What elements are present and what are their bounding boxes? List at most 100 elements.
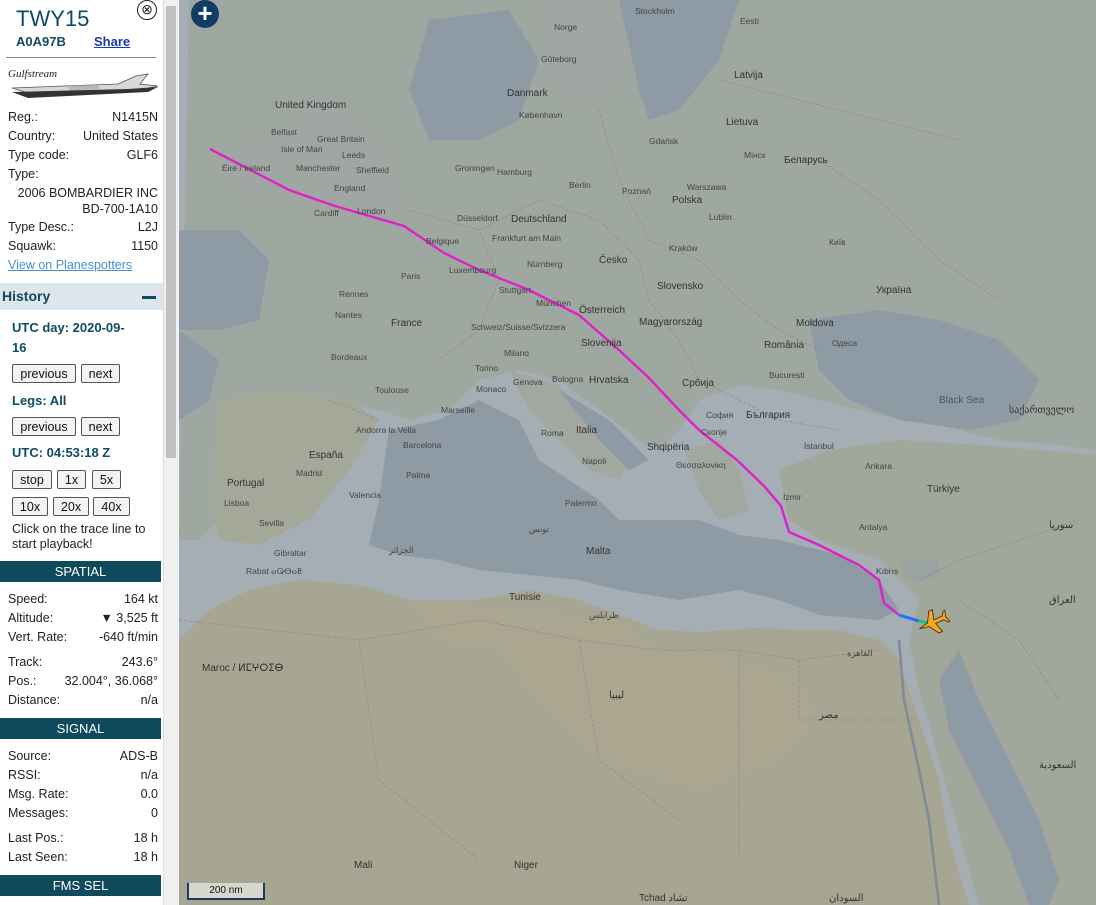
squawk-row: Squawk: 1150 [8, 239, 158, 253]
map-view[interactable]: Stockholm Eesti Latvija Lietuva United K… [179, 0, 1096, 905]
map-label: Valencia [349, 490, 381, 500]
distance-row: Distance: n/a [8, 693, 158, 707]
collapse-icon[interactable] [142, 296, 156, 299]
map-label: Eesti [740, 16, 759, 26]
utc-time-label: UTC: 04:53:18 Z [12, 445, 111, 460]
sidebar-scrollbar[interactable] [163, 0, 179, 905]
track-value: 243.6° [121, 655, 158, 669]
map-label: Tchad تشاد [639, 893, 688, 904]
messages-value: 0 [151, 806, 158, 820]
map-label: Kıbrıs [876, 566, 899, 576]
map-label: Palermo [565, 498, 597, 508]
leg-next-button[interactable]: next [81, 417, 120, 436]
position-value: 32.004°, 36.068° [64, 674, 158, 688]
map-label: София [706, 410, 734, 420]
map-label: Belgique [426, 236, 460, 246]
map-label: السعودية [1039, 760, 1077, 771]
zoom-in-button[interactable]: + [191, 0, 219, 28]
map-label: Tunisie [509, 592, 541, 603]
day-next-button[interactable]: next [81, 364, 120, 383]
planespotters-link[interactable]: View on Planespotters [8, 258, 132, 272]
msg-rate-row: Msg. Rate: 0.0 [8, 787, 158, 801]
map-label: Slovensko [657, 281, 704, 292]
playback-hint: Click on the trace line to start playbac… [12, 522, 146, 551]
map-label: Србија [682, 378, 714, 389]
map-label: Italia [576, 425, 598, 436]
map-label: Black Sea [939, 395, 985, 406]
history-header[interactable]: History [0, 283, 163, 310]
map-label: București [769, 370, 805, 380]
map-label: Poznań [622, 186, 651, 196]
map-label: Bologna [552, 374, 584, 384]
speed-5x-button[interactable]: 5x [92, 470, 121, 489]
aircraft-info-panel: TWY15 ⊗ A0A97B Share Gulfstream Reg.: N1… [0, 0, 163, 905]
reg-row: Reg.: N1415N [8, 110, 158, 124]
map-label: ليبيا [609, 690, 625, 701]
map-label: Schweiz/Suisse/Svizzera [471, 322, 566, 332]
type-desc-value: L2J [137, 220, 158, 234]
vert-rate-row: Vert. Rate: -640 ft/min [8, 630, 158, 644]
map-label: Lisboa [224, 498, 250, 508]
scrollbar-thumb[interactable] [166, 6, 176, 458]
map-label: طرابلس [589, 610, 619, 620]
map-label: Gdańsk [649, 136, 679, 146]
map-label: Hrvatska [589, 375, 629, 386]
map-label: Malta [586, 546, 611, 557]
map-label: Isle of Man [281, 144, 323, 154]
map-label: مصر [819, 710, 839, 721]
leg-previous-button[interactable]: previous [12, 417, 76, 436]
map-label: Deutschland [511, 214, 567, 225]
map-label: Rennes [339, 289, 369, 299]
map-label: تونس [529, 524, 549, 534]
map-label: Genova [513, 377, 543, 387]
speed-10x-button[interactable]: 10x [12, 497, 48, 516]
last-pos-row: Last Pos.: 18 h [8, 831, 158, 845]
map-label: Мінск [744, 150, 766, 160]
speed-20x-button[interactable]: 20x [53, 497, 89, 516]
map-label: Torino [475, 363, 499, 373]
airline-logo: Gulfstream [8, 66, 159, 102]
rssi-row: RSSI: n/a [8, 768, 158, 782]
share-link[interactable]: Share [94, 34, 130, 49]
map-label: Éire / Ireland [222, 163, 271, 173]
map-label: България [746, 410, 791, 421]
close-icon[interactable]: ⊗ [137, 0, 157, 20]
map-label: København [519, 110, 563, 120]
map-label: Stuttgart [499, 285, 532, 295]
map-label: القاهرة [847, 648, 873, 658]
map-label: España [309, 450, 343, 461]
country-row: Country: United States [8, 129, 158, 143]
map-label: Θεσσαλονίκη [676, 460, 726, 470]
track-row: Track: 243.6° [8, 655, 158, 669]
map-label: Palma [406, 470, 431, 480]
map-label: Cardiff [314, 208, 339, 218]
map-label: Österreich [579, 305, 626, 316]
map-label: Magyarország [639, 317, 703, 328]
type-full: 2006 BOMBARDIER INC BD-700-1A10 [17, 186, 158, 216]
speed-1x-button[interactable]: 1x [57, 470, 86, 489]
map-label: London [357, 206, 386, 216]
map-label: العراق [1049, 595, 1076, 606]
source-row: Source: ADS-B [8, 749, 158, 763]
day-previous-button[interactable]: previous [12, 364, 76, 383]
speed-40x-button[interactable]: 40x [93, 497, 130, 516]
map-label: İzmir [783, 492, 802, 502]
map-label: Maroc / ⵍⵎⵖⵔⵉⴱ [202, 663, 284, 674]
map-label: Andorra la Vella [356, 425, 417, 435]
map-label: Bordeaux [331, 352, 368, 362]
map-label: Одеса [832, 338, 858, 348]
legs-label: Legs: All [12, 393, 67, 408]
map-label: München [536, 298, 571, 308]
speed-value: 164 kt [123, 592, 158, 606]
map-label: Gibraltar [274, 548, 307, 558]
map-scale-bar: 200 nm [187, 883, 265, 900]
map-label: Slovenija [581, 338, 622, 349]
map-label: Rabat ⴰⵕⴱⴰⵟ [246, 566, 303, 576]
map-label: Great Britain [317, 134, 365, 144]
stop-button[interactable]: stop [12, 470, 52, 489]
svg-text:Gulfstream: Gulfstream [8, 68, 57, 80]
map-label: France [391, 318, 423, 329]
rssi-value: n/a [140, 768, 158, 782]
fms-sel-header: FMS SEL [0, 875, 161, 896]
map-label: Moldova [796, 318, 834, 329]
